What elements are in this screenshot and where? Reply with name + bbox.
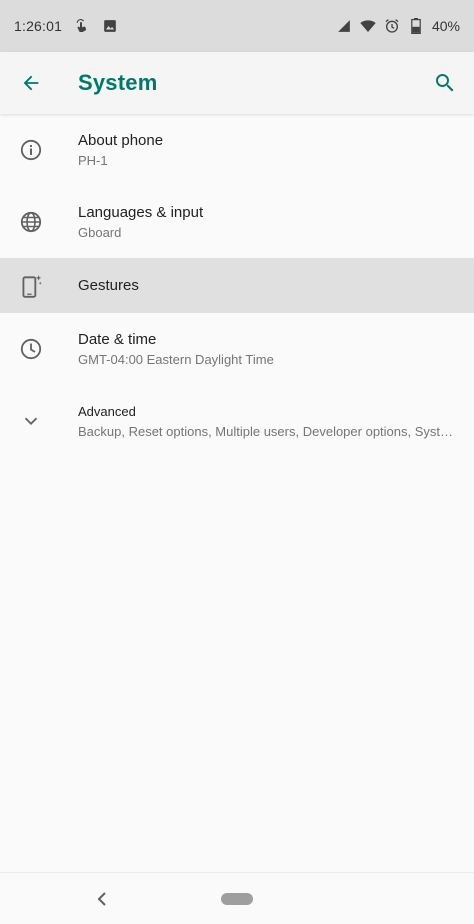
settings-item-title: Advanced xyxy=(78,403,136,419)
image-icon xyxy=(102,18,118,34)
status-time: 1:26:01 xyxy=(14,18,63,34)
alarm-icon xyxy=(384,18,400,34)
settings-item-about-phone[interactable]: About phone PH-1 xyxy=(0,114,474,186)
settings-item-title: Languages & input xyxy=(78,203,204,221)
gestures-phone-icon xyxy=(18,273,44,299)
battery-percent: 40% xyxy=(431,18,460,34)
info-icon xyxy=(18,137,44,163)
settings-item-text: Advanced Backup, Reset options, Multiple… xyxy=(78,402,454,441)
navigation-bar xyxy=(0,872,474,924)
nav-back-button[interactable] xyxy=(92,887,112,911)
system-settings-screen: 1:26:01 40% System About phone PH-1 Lang… xyxy=(0,0,474,924)
arrow-back-icon xyxy=(23,75,39,91)
battery-icon xyxy=(408,18,424,34)
search-button[interactable] xyxy=(432,70,458,96)
back-button[interactable] xyxy=(18,70,44,96)
settings-item-subtitle: GMT-04:00 Eastern Daylight Time xyxy=(78,351,274,367)
page-title: System xyxy=(78,70,158,95)
status-bar: 1:26:01 40% xyxy=(0,0,474,52)
settings-list: About phone PH-1 Languages & input Gboar… xyxy=(0,114,474,457)
wifi-icon xyxy=(360,18,376,34)
settings-item-subtitle: Gboard xyxy=(78,224,122,240)
signal-icon xyxy=(336,18,352,34)
touch-icon xyxy=(74,18,90,34)
settings-item-title: Date & time xyxy=(78,330,157,348)
search-icon xyxy=(436,74,454,92)
clock-icon xyxy=(18,336,44,362)
settings-item-text: Gestures xyxy=(78,276,454,296)
settings-item-subtitle: PH-1 xyxy=(78,152,108,168)
settings-item-text: Date & time GMT-04:00 Eastern Daylight T… xyxy=(78,330,454,369)
settings-item-text: Languages & input Gboard xyxy=(78,203,454,242)
home-pill[interactable] xyxy=(221,893,253,905)
settings-item-title: About phone xyxy=(78,131,164,149)
settings-item-gestures[interactable]: Gestures xyxy=(0,258,474,313)
status-left: 1:26:01 xyxy=(14,18,118,34)
settings-item-languages-input[interactable]: Languages & input Gboard xyxy=(0,186,474,258)
settings-item-title: Gestures xyxy=(78,276,139,294)
settings-item-subtitle: Backup, Reset options, Multiple users, D… xyxy=(78,423,454,439)
globe-icon xyxy=(18,209,44,235)
status-right: 40% xyxy=(336,18,460,34)
app-bar: System xyxy=(0,52,474,114)
chevron-down-icon xyxy=(18,408,44,434)
settings-item-text: About phone PH-1 xyxy=(78,131,454,170)
back-icon xyxy=(97,892,106,906)
settings-item-advanced[interactable]: Advanced Backup, Reset options, Multiple… xyxy=(0,385,474,457)
settings-item-date-time[interactable]: Date & time GMT-04:00 Eastern Daylight T… xyxy=(0,313,474,385)
